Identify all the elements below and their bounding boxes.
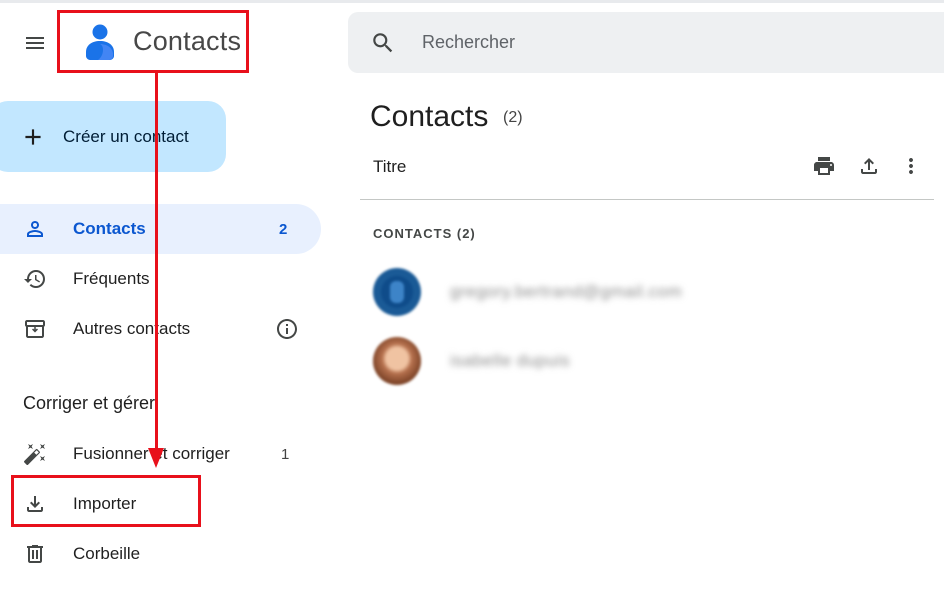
sidebar-item-contacts[interactable]: Contacts 2 — [0, 204, 321, 254]
avatar — [373, 268, 421, 316]
menu-icon — [26, 37, 44, 49]
main-menu-button[interactable] — [20, 28, 50, 58]
more-vert-icon[interactable] — [899, 154, 923, 178]
avatar — [373, 337, 421, 385]
info-icon[interactable] — [275, 317, 299, 341]
page-title-count: (2) — [503, 109, 523, 126]
sidebar-item-label: Fréquents — [73, 269, 150, 288]
annotation-arrow-line — [155, 72, 158, 454]
sidebar-item-frequents[interactable]: Fréquents — [0, 254, 321, 304]
create-contact-label: Créer un contact — [63, 126, 189, 146]
contacts-group-title: CONTACTS (2) — [373, 226, 476, 241]
contacts-count: 2 — [279, 220, 288, 238]
app-logo-highlight[interactable]: Contacts — [57, 10, 249, 73]
section-title: Corriger et gérer — [23, 393, 156, 413]
plus-icon — [25, 128, 41, 145]
sidebar-item-label: Contacts — [73, 219, 146, 238]
contact-name: isabelle dupuis — [450, 351, 570, 370]
search-input[interactable] — [422, 32, 822, 53]
print-icon[interactable] — [812, 154, 836, 178]
header-divider — [360, 199, 934, 200]
search-icon[interactable] — [370, 30, 396, 56]
sidebar-item-label: Corbeille — [73, 544, 141, 563]
contacts-logo-icon — [86, 24, 114, 60]
annotation-arrow-head — [148, 448, 164, 468]
sidebar-item-label: Autres contacts — [73, 319, 191, 338]
person-icon — [27, 221, 43, 237]
search-bar[interactable] — [348, 12, 944, 73]
contact-row[interactable]: isabelle dupuis — [360, 329, 934, 393]
trash-icon — [27, 545, 43, 563]
export-icon[interactable] — [857, 154, 881, 178]
top-border — [0, 0, 944, 3]
archive-icon — [25, 320, 45, 338]
sidebar-item-other-contacts[interactable]: Autres contacts — [0, 304, 321, 354]
download-icon — [27, 496, 43, 512]
sidebar-item-trash[interactable]: Corbeille — [0, 529, 321, 579]
magic-wand-icon — [23, 444, 45, 466]
create-contact-button[interactable]: Créer un contact — [0, 101, 226, 172]
contact-name: gregory.bertrand@gmail.com — [450, 282, 683, 301]
app-title: Contacts — [133, 26, 242, 56]
contact-row[interactable]: gregory.bertrand@gmail.com — [360, 260, 934, 324]
column-header-title[interactable]: Titre — [373, 157, 406, 177]
sidebar-item-import[interactable]: Importer — [0, 479, 321, 529]
page-title: Contacts — [370, 100, 489, 133]
merge-count: 1 — [281, 445, 290, 463]
sidebar-item-label: Importer — [73, 494, 137, 513]
history-icon — [24, 270, 45, 288]
